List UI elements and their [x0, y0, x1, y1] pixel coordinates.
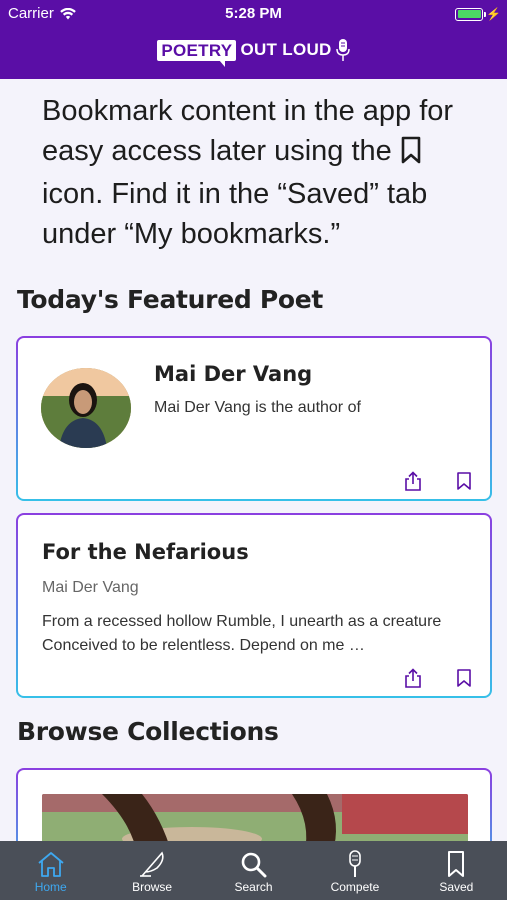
tab-search[interactable]: Search [203, 841, 304, 900]
poet-card-actions [404, 471, 474, 491]
logo-out-loud: OUT LOUD [240, 40, 332, 59]
bookmark-icon[interactable] [456, 471, 474, 491]
browse-collections-heading: Browse Collections [17, 717, 279, 746]
tab-home[interactable]: Home [0, 841, 101, 900]
poem-title[interactable]: For the Nefarious [42, 540, 249, 564]
microphone-logo-icon [335, 39, 350, 61]
poem-author: Mai Der Vang [42, 579, 139, 596]
poet-description: Mai Der Vang is the author of [154, 399, 361, 416]
poet-avatar [41, 368, 131, 448]
bookmark-icon[interactable] [456, 668, 474, 688]
bookmark-icon [400, 136, 422, 176]
featured-poem-card[interactable]: For the Nefarious Mai Der Vang From a re… [16, 513, 492, 698]
status-time: 5:28 PM [225, 5, 282, 22]
poem-excerpt: From a recessed hollow Rumble, I unearth… [42, 613, 442, 654]
poem-card-actions [404, 668, 474, 688]
tab-saved[interactable]: Saved [406, 841, 507, 900]
tab-browse-label: Browse [132, 880, 173, 894]
intro-line-1: Bookmark content in the app for easy acc… [42, 95, 454, 167]
poetry-out-loud-logo: POETRY OUT LOUD [0, 38, 507, 67]
logo-poetry: POETRY [157, 39, 237, 67]
tab-bar: Home Browse Search Compete Saved [0, 841, 507, 900]
intro-line-2: icon. Find it in the “Saved” tab under “… [42, 178, 428, 250]
featured-poet-heading: Today's Featured Poet [17, 285, 324, 314]
quill-icon [140, 851, 164, 877]
tab-saved-label: Saved [439, 880, 474, 894]
tab-browse[interactable]: Browse [101, 841, 202, 900]
share-icon[interactable] [404, 471, 422, 491]
tab-compete-label: Compete [330, 880, 380, 894]
tab-compete[interactable]: Compete [304, 841, 405, 900]
microphone-icon [349, 850, 361, 877]
app-header: Carrier 5:28 PM ⚡ POETRY OUT LOUD [0, 0, 507, 79]
bookmark-icon [448, 851, 465, 877]
status-bar: Carrier 5:28 PM ⚡ [0, 5, 507, 25]
search-icon [241, 852, 267, 878]
battery-icon [455, 7, 487, 21]
tab-home-label: Home [34, 880, 67, 894]
battery: ⚡ [455, 7, 501, 21]
share-icon[interactable] [404, 668, 422, 688]
poet-name[interactable]: Mai Der Vang [154, 362, 312, 386]
tab-search-label: Search [234, 880, 273, 894]
home-icon [38, 852, 64, 877]
charging-icon: ⚡ [486, 7, 501, 21]
featured-poet-card[interactable]: Mai Der Vang Mai Der Vang is the author … [16, 336, 492, 501]
bookmark-intro-text: Bookmark content in the app for easy acc… [42, 92, 482, 254]
